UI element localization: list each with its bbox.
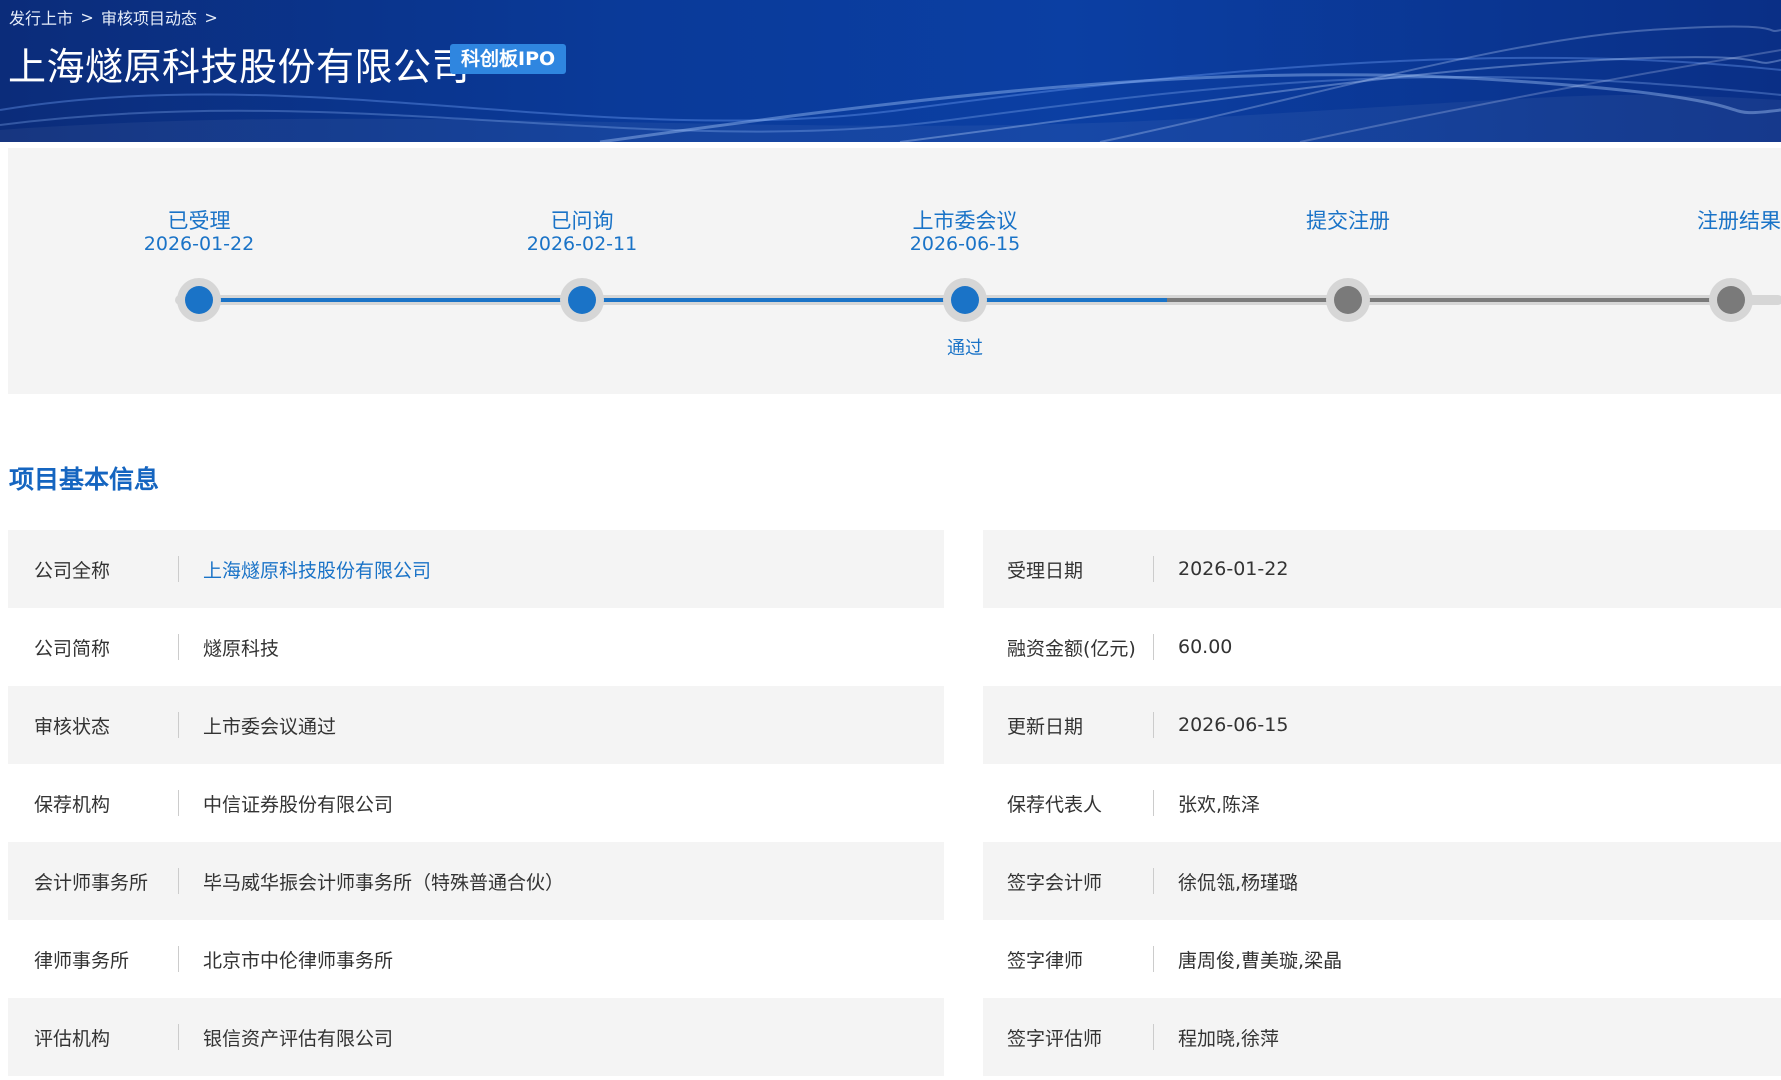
company-fullname-link[interactable]: 上海燧原科技股份有限公司 — [203, 556, 431, 583]
info-row: 审核状态 上市委会议通过 — [8, 686, 944, 764]
info-value: 中信证券股份有限公司 — [203, 793, 394, 816]
info-table-left: 公司全称 上海燧原科技股份有限公司 公司简称 燧原科技 审核状态 上市委会议通过… — [8, 530, 944, 1076]
info-label: 公司全称 — [34, 559, 111, 582]
progress-step-listing-committee: 上市委会议 2026-06-15 — [855, 209, 1075, 255]
progress-step-inquired: 已问询 2026-02-11 — [472, 209, 692, 255]
progress-node-submit-registration — [1326, 278, 1370, 322]
info-value: 燧原科技 — [203, 637, 280, 660]
step-date: 2026-06-15 — [909, 233, 1021, 255]
info-value: 徐侃瓴,杨瑾璐 — [1178, 871, 1299, 894]
breadcrumb-item-review-updates[interactable]: 审核项目动态 — [101, 5, 197, 29]
progress-line-pending — [1167, 298, 1742, 302]
info-label: 签字律师 — [1007, 949, 1084, 972]
info-row: 签字评估师 程加晓,徐萍 — [983, 998, 1781, 1076]
info-row: 会计师事务所 毕马威华振会计师事务所（特殊普通合伙） — [8, 842, 944, 920]
info-row: 签字律师 唐周俊,曹美璇,梁晶 — [983, 920, 1781, 998]
info-row: 签字会计师 徐侃瓴,杨瑾璐 — [983, 842, 1781, 920]
divider — [178, 556, 179, 582]
info-row: 评估机构 银信资产评估有限公司 — [8, 998, 944, 1076]
info-value: 2026-06-15 — [1178, 714, 1289, 736]
info-label: 保荐代表人 — [1007, 793, 1103, 816]
step-date: 2026-01-22 — [143, 233, 255, 255]
chevron-right-icon: > — [80, 7, 94, 27]
info-row: 律师事务所 北京市中伦律师事务所 — [8, 920, 944, 998]
info-value: 银信资产评估有限公司 — [203, 1027, 394, 1050]
progress-node-registration-result — [1709, 278, 1753, 322]
info-label: 评估机构 — [34, 1027, 111, 1050]
info-label: 受理日期 — [1007, 559, 1084, 582]
info-value: 2026-01-22 — [1178, 558, 1289, 580]
step-result-passed: 通过 — [947, 338, 983, 359]
progress-node-listing-committee — [943, 278, 987, 322]
divider — [178, 790, 179, 816]
divider — [1153, 556, 1154, 582]
divider — [1153, 634, 1154, 660]
info-label: 审核状态 — [34, 715, 111, 738]
divider — [1153, 790, 1154, 816]
page-title: 上海燧原科技股份有限公司 — [8, 45, 471, 89]
board-badge: 科创板IPO — [450, 44, 567, 74]
info-row: 保荐代表人 张欢,陈泽 — [983, 764, 1781, 842]
step-label: 已受理 — [167, 209, 231, 233]
info-row: 保荐机构 中信证券股份有限公司 — [8, 764, 944, 842]
step-label: 已问询 — [550, 209, 614, 233]
info-row: 更新日期 2026-06-15 — [983, 686, 1781, 764]
info-row: 公司全称 上海燧原科技股份有限公司 — [8, 530, 944, 608]
info-label: 更新日期 — [1007, 715, 1084, 738]
breadcrumb: 发行上市 > 审核项目动态 > — [9, 5, 225, 29]
info-value: 张欢,陈泽 — [1178, 793, 1261, 816]
info-label: 律师事务所 — [34, 949, 130, 972]
info-value: 唐周俊,曹美璇,梁晶 — [1178, 949, 1343, 972]
info-label: 公司简称 — [34, 637, 111, 660]
divider — [178, 712, 179, 738]
progress-step-submit-registration: 提交注册 — [1238, 209, 1458, 233]
info-label: 融资金额(亿元) — [1007, 637, 1136, 660]
divider — [178, 634, 179, 660]
progress-node-inquired — [560, 278, 604, 322]
divider — [1153, 946, 1154, 972]
step-label: 注册结果 — [1697, 209, 1781, 233]
breadcrumb-item-listing[interactable]: 发行上市 — [9, 5, 73, 29]
divider — [178, 868, 179, 894]
divider — [178, 1024, 179, 1050]
divider — [1153, 868, 1154, 894]
info-value: 毕马威华振会计师事务所（特殊普通合伙） — [203, 871, 565, 894]
divider — [178, 946, 179, 972]
info-row: 公司简称 燧原科技 — [8, 608, 944, 686]
info-table-right: 受理日期 2026-01-22 融资金额(亿元) 60.00 更新日期 2026… — [983, 530, 1781, 1076]
divider — [1153, 1024, 1154, 1050]
header-banner: 发行上市 > 审核项目动态 > 上海燧原科技股份有限公司 科创板IPO — [0, 0, 1781, 142]
info-value: 北京市中伦律师事务所 — [203, 949, 394, 972]
progress-step-registration-result: 注册结果 — [1561, 209, 1781, 233]
info-value: 程加晓,徐萍 — [1178, 1027, 1280, 1050]
progress-node-accepted — [177, 278, 221, 322]
info-label: 签字评估师 — [1007, 1027, 1103, 1050]
review-progress-panel: 已受理 2026-01-22 已问询 2026-02-11 上市委会议 2026… — [8, 148, 1781, 394]
info-row: 融资金额(亿元) 60.00 — [983, 608, 1781, 686]
info-label: 签字会计师 — [1007, 871, 1103, 894]
divider — [1153, 712, 1154, 738]
progress-line-completed — [199, 298, 1167, 302]
info-label: 会计师事务所 — [34, 871, 149, 894]
step-label: 提交注册 — [1306, 209, 1390, 233]
section-title-basic-info: 项目基本信息 — [9, 465, 160, 494]
info-label: 保荐机构 — [34, 793, 111, 816]
info-row: 受理日期 2026-01-22 — [983, 530, 1781, 608]
progress-step-accepted: 已受理 2026-01-22 — [89, 209, 309, 255]
info-value: 上市委会议通过 — [203, 715, 337, 738]
step-date: 2026-02-11 — [526, 233, 638, 255]
step-label: 上市委会议 — [912, 209, 1018, 233]
chevron-right-icon: > — [204, 7, 218, 27]
info-value: 60.00 — [1178, 636, 1233, 658]
